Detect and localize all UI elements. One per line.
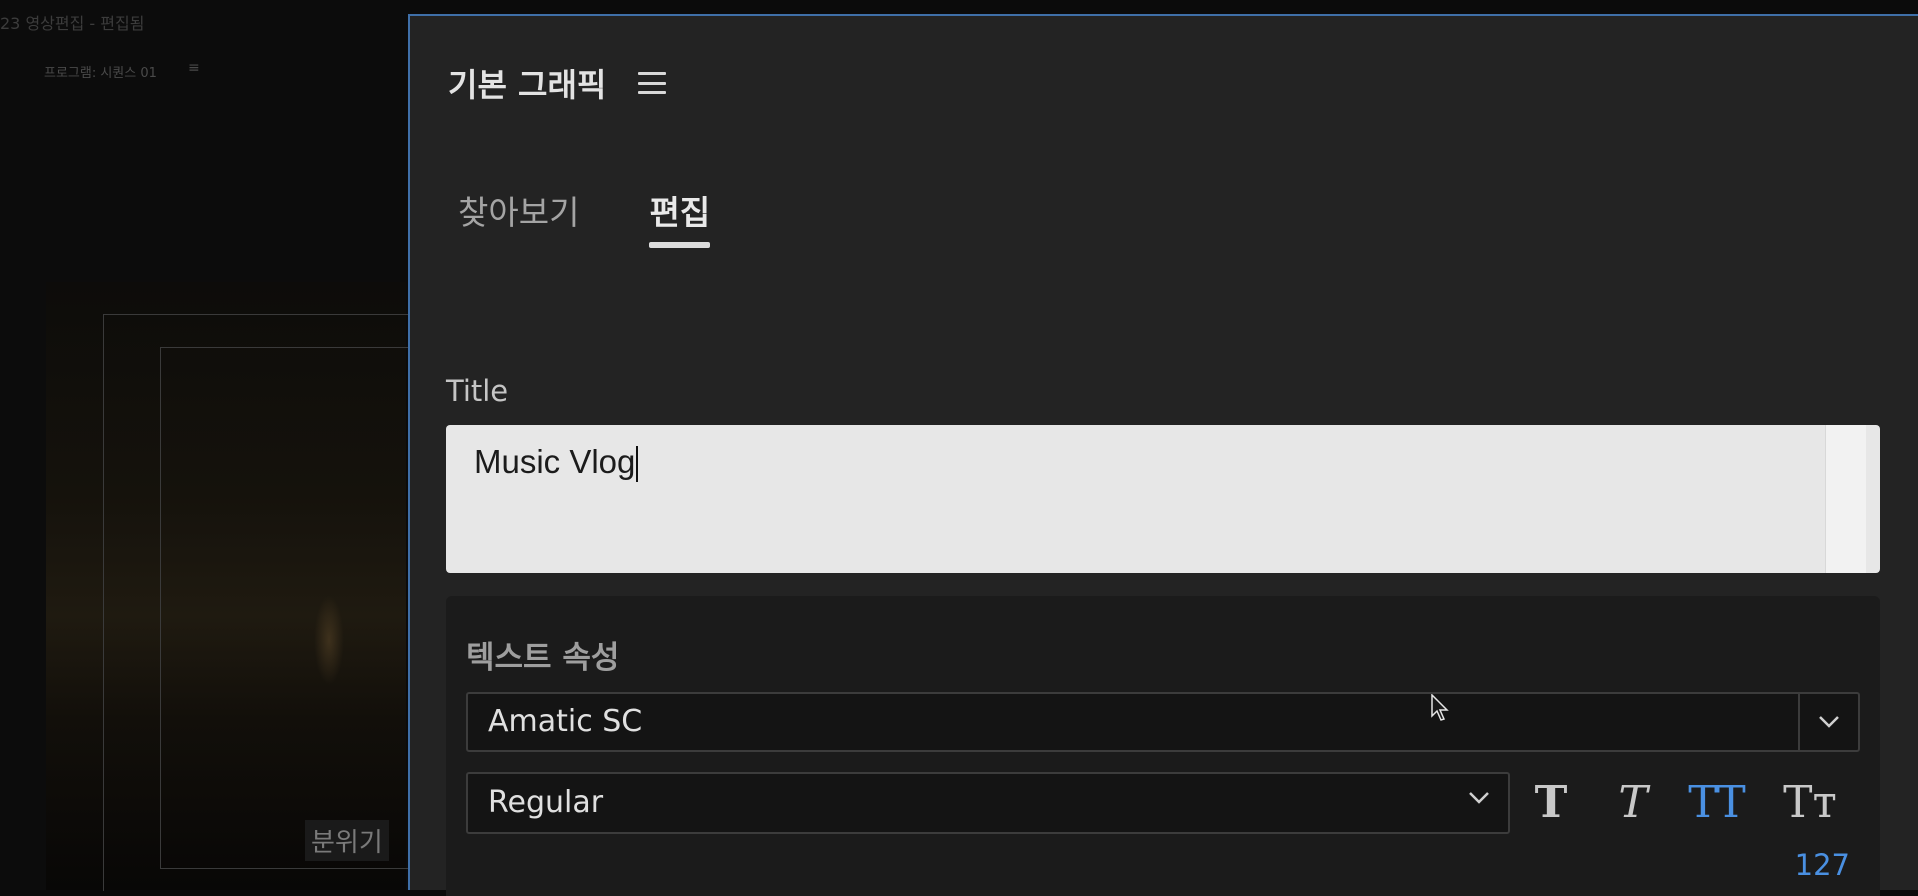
title-safe-margin (160, 347, 421, 869)
mouse-cursor-icon (1431, 694, 1449, 721)
panel-title: 기본 그래픽 (448, 66, 607, 104)
panel-header: 기본 그래픽 (448, 60, 667, 106)
font-family-value: Amatic SC (488, 704, 643, 739)
program-monitor-label[interactable]: 프로그램: 시퀀스 01 (44, 62, 157, 81)
section-title: 텍스트 속성 (466, 640, 620, 676)
title-text-value: Music Vlog (474, 443, 636, 480)
essential-graphics-panel: 기본 그래픽 찾아보기 편집 Title Music Vlog 텍스트 속성 A… (408, 14, 1918, 896)
hamburger-menu-icon[interactable] (638, 72, 667, 94)
tab-browse[interactable]: 찾아보기 (458, 186, 579, 248)
font-style-dropdown[interactable]: Regular (466, 772, 1510, 834)
tab-edit[interactable]: 편집 (649, 186, 710, 248)
all-caps-button[interactable]: TT (1674, 772, 1758, 832)
panel-tabs: 찾아보기 편집 (458, 186, 780, 248)
program-monitor-background: 23 영상편집 - 편집됨 프로그램: 시퀀스 01 ≡ 분위기 (0, 0, 424, 891)
font-family-dropdown[interactable]: Amatic SC (466, 692, 1860, 752)
input-scrollbar[interactable] (1825, 425, 1866, 573)
video-caption-text: 분위기 (305, 820, 389, 861)
title-field-label: Title (446, 374, 509, 408)
menu-icon[interactable]: ≡ (188, 60, 200, 76)
value-scrubber[interactable]: 127 (1795, 848, 1850, 882)
window-title: 23 영상편집 - 편집됨 (0, 14, 145, 33)
text-properties-section: 텍스트 속성 Amatic SC Regular T T TT Tт 127 (446, 596, 1880, 896)
small-caps-button[interactable]: Tт (1768, 772, 1852, 832)
chevron-down-icon (1469, 792, 1489, 804)
faux-bold-button[interactable]: T (1524, 772, 1578, 832)
video-figure (314, 595, 344, 685)
font-style-value: Regular (488, 785, 604, 820)
chevron-down-icon (1819, 716, 1839, 728)
faux-italic-button[interactable]: T (1606, 772, 1660, 832)
text-caret (636, 446, 639, 483)
title-text-input[interactable]: Music Vlog (446, 425, 1880, 573)
font-family-dropdown-button[interactable] (1798, 694, 1858, 750)
